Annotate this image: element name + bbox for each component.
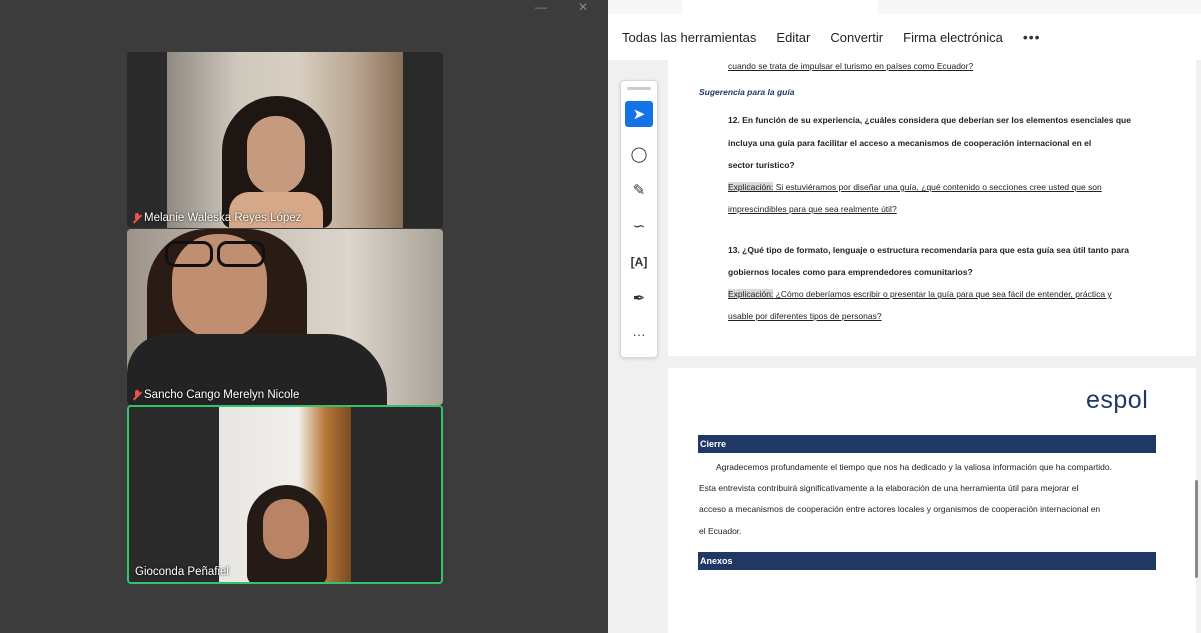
pdf-page: cuando se trata de impulsar el turismo e… [668,60,1196,356]
explanation-12-cont: imprescindibles para que sea realmente ú… [728,204,897,214]
section-bar-cierre: Cierre [698,435,1156,453]
explanation-text: Si estuviéramos por diseñar una guía, ¿q… [773,182,1102,192]
muted-mic-icon [133,212,141,224]
video-tile-3-active-speaker[interactable]: Gioconda Peñafiel [127,405,443,584]
video-tile-2[interactable]: Sancho Cango Merelyn Nicole [127,229,443,405]
vertical-scrollbar[interactable] [1195,480,1198,578]
muted-mic-icon [133,389,141,401]
participant-video [219,407,351,582]
participant-name-tag: Sancho Cango Merelyn Nicole [133,389,299,401]
menu-convert[interactable]: Convertir [830,30,883,45]
cierre-text: Agradecemos profundamente el tiempo que … [716,462,1112,472]
minimize-icon[interactable]: — [535,0,547,14]
comment-icon[interactable]: ◯ [625,141,653,167]
menu-all-tools[interactable]: Todas las herramientas [622,30,756,45]
explanation-label: Explicación: [728,289,774,299]
viewer-menu-bar: Todas las herramientas Editar Convertir … [608,14,1201,60]
participant-video [167,52,403,228]
browser-tab[interactable] [682,0,878,14]
pdf-page: espol Cierre Agradecemos profundamente e… [668,368,1196,633]
question-12-cont: incluya una guía para facilitar el acces… [728,138,1092,148]
participant-name-tag: Gioconda Peñafiel [135,566,229,578]
draw-freehand-icon[interactable]: ∽ [625,213,653,239]
doc-text: cuando se trata de impulsar el turismo e… [728,61,974,71]
highlight-pen-icon[interactable]: ✎ [625,177,653,203]
section-bar-anexos: Anexos [698,552,1156,570]
more-tools-icon[interactable]: ··· [625,321,653,347]
more-options-icon[interactable]: ••• [1023,29,1041,45]
cierre-text: acceso a mecanismos de cooperación entre… [699,504,1101,514]
close-icon[interactable]: ✕ [578,0,588,14]
cierre-text: Esta entrevista contribuirá significativ… [699,483,1079,493]
menu-esign[interactable]: Firma electrónica [903,30,1003,45]
explanation-label: Explicación: [728,182,774,192]
text-recognition-icon[interactable]: [A] [625,249,653,275]
participant-name: Sancho Cango Merelyn Nicole [144,389,300,401]
select-cursor-icon[interactable]: ➤ [625,101,653,127]
pdf-viewer: Todas las herramientas Editar Convertir … [608,0,1201,633]
panel-grip[interactable] [627,87,651,90]
question-13-cont: gobiernos locales como para emprendedore… [728,267,973,277]
explanation-13: Explicación: ¿Cómo deberíamos escribir o… [728,289,1112,299]
sign-icon[interactable]: ✒ [625,285,653,311]
explanation-13-cont: usable por diferentes tipos de personas? [728,311,882,321]
explanation-12: Explicación: Si estuviéramos por diseñar… [728,182,1102,192]
question-13: 13. ¿Qué tipo de formato, lenguaje o est… [728,245,1130,255]
question-12-cont: sector turístico? [728,160,795,170]
browser-tab-strip [608,0,1201,14]
cierre-text: el Ecuador. [699,526,742,536]
video-tile-1[interactable]: Melanie Waleska Reyes López [127,52,443,228]
participant-name: Melanie Waleska Reyes López [144,212,302,224]
participant-name: Gioconda Peñafiel [135,566,229,578]
video-call-area: — ✕ Melanie Waleska Reyes López Sancho C… [0,0,608,633]
section-heading: Sugerencia para la guía [699,87,795,97]
menu-edit[interactable]: Editar [776,30,810,45]
question-12: 12. En función de su experiencia, ¿cuále… [728,115,1131,125]
explanation-text: ¿Cómo deberíamos escribir o presentar la… [773,289,1112,299]
espol-logo: espol [1086,386,1149,414]
participant-name-tag: Melanie Waleska Reyes López [133,212,301,224]
participant-video [127,229,443,405]
quick-tools-panel: ➤ ◯ ✎ ∽ [A] ✒ ··· [620,80,658,358]
